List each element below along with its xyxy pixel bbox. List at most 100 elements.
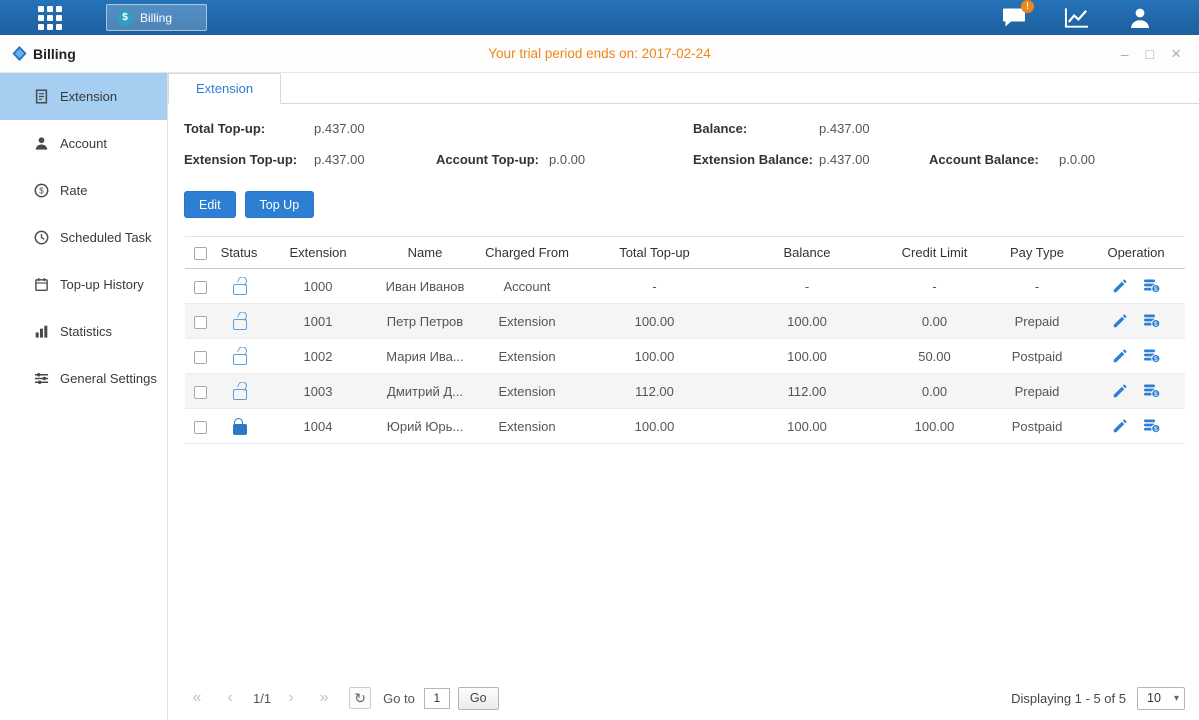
credit-limit: 0.00	[882, 314, 987, 329]
sidebar: Extension Account $ Rate Scheduled Task …	[0, 73, 168, 720]
billing-app-tab[interactable]: $ Billing	[106, 4, 207, 31]
top-up-button[interactable]: Top Up	[245, 191, 315, 218]
maximize-icon[interactable]: □	[1146, 47, 1154, 61]
column-header-extension: Extension	[263, 245, 373, 260]
account-topup-label: Account Top-up:	[436, 152, 539, 167]
balance-value: p.437.00	[819, 121, 870, 136]
window-titlebar: Billing Your trial period ends on: 2017-…	[0, 35, 1199, 73]
sidebar-item-topup-history[interactable]: Top-up History	[0, 261, 167, 308]
total-topup: 100.00	[577, 349, 732, 364]
edit-icon[interactable]	[1113, 419, 1127, 433]
topup-icon[interactable]: $	[1144, 279, 1160, 293]
sidebar-item-statistics[interactable]: Statistics	[0, 308, 167, 355]
row-checkbox[interactable]	[194, 421, 207, 434]
extension-balance-value: p.437.00	[819, 152, 870, 167]
table-header-row: Status Extension Name Charged From Total…	[185, 236, 1185, 269]
row-checkbox[interactable]	[194, 386, 207, 399]
apps-menu-icon[interactable]	[38, 6, 62, 30]
column-header-credit-limit: Credit Limit	[882, 245, 987, 260]
tab-extension[interactable]: Extension	[168, 73, 281, 104]
pagination-bar: « ‹ 1/1 › » ↻ Go to Go Displaying 1 - 5 …	[185, 685, 1185, 711]
charged-from: Extension	[477, 349, 577, 364]
select-all-checkbox[interactable]	[194, 247, 207, 260]
column-header-balance: Balance	[732, 245, 882, 260]
row-checkbox[interactable]	[194, 316, 207, 329]
page-size-select[interactable]: 10 ▾	[1137, 687, 1185, 710]
pay-type: Postpaid	[987, 349, 1087, 364]
svg-text:$: $	[1153, 286, 1157, 293]
sidebar-item-general-settings[interactable]: General Settings	[0, 355, 167, 402]
sidebar-item-label: Account	[60, 136, 107, 151]
chevron-down-icon: ▾	[1174, 693, 1179, 704]
edit-icon[interactable]	[1113, 279, 1127, 293]
displaying-status: Displaying 1 - 5 of 5	[1011, 691, 1126, 706]
charged-from: Extension	[477, 314, 577, 329]
account-balance-value: p.0.00	[1059, 152, 1095, 167]
sidebar-item-rate[interactable]: $ Rate	[0, 167, 167, 214]
topup-icon[interactable]: $	[1144, 384, 1160, 398]
edit-icon[interactable]	[1113, 384, 1127, 398]
topup-icon[interactable]: $	[1144, 349, 1160, 363]
billing-dollar-icon: $	[117, 10, 133, 26]
extension-name: Петр Петров	[373, 314, 477, 329]
go-button[interactable]: Go	[458, 687, 499, 710]
balance-label: Balance:	[693, 121, 747, 136]
extension-number: 1003	[263, 384, 373, 399]
svg-text:$: $	[1153, 391, 1157, 398]
column-header-charged-from: Charged From	[477, 245, 577, 260]
sidebar-item-label: Rate	[60, 183, 87, 198]
credit-limit: 100.00	[882, 419, 987, 434]
svg-text:$: $	[39, 186, 44, 195]
extension-icon	[33, 89, 49, 105]
edit-button[interactable]: Edit	[184, 191, 236, 218]
table-row: 1004 Юрий Юрь... Extension 100.00 100.00…	[185, 409, 1185, 444]
table-row: 1002 Мария Ива... Extension 100.00 100.0…	[185, 339, 1185, 374]
topup-history-icon	[33, 277, 49, 293]
credit-limit: 0.00	[882, 384, 987, 399]
edit-icon[interactable]	[1113, 349, 1127, 363]
next-page-icon[interactable]: ›	[279, 689, 303, 707]
minimize-icon[interactable]: –	[1121, 47, 1129, 61]
sidebar-item-scheduled-task[interactable]: Scheduled Task	[0, 214, 167, 261]
monitor-chart-icon[interactable]	[1064, 6, 1090, 30]
extension-number: 1001	[263, 314, 373, 329]
billing-app-tab-label: Billing	[140, 11, 172, 25]
first-page-icon[interactable]: «	[185, 689, 209, 707]
lock-status-icon	[233, 389, 245, 398]
extension-name: Дмитрий Д...	[373, 384, 477, 399]
table-body: 1000 Иван Иванов Account - - - - $ 1001	[185, 269, 1185, 444]
extensions-table: Status Extension Name Charged From Total…	[185, 236, 1185, 444]
tabstrip: Extension	[168, 73, 1199, 104]
lock-status-icon	[233, 284, 245, 293]
credit-limit: 50.00	[882, 349, 987, 364]
row-checkbox[interactable]	[194, 281, 207, 294]
row-checkbox[interactable]	[194, 351, 207, 364]
sidebar-item-account[interactable]: Account	[0, 120, 167, 167]
statistics-icon	[33, 324, 49, 340]
extension-name: Мария Ива...	[373, 349, 477, 364]
close-icon[interactable]: ×	[1171, 45, 1181, 62]
edit-icon[interactable]	[1113, 314, 1127, 328]
refresh-icon[interactable]: ↻	[349, 687, 371, 709]
topup-icon[interactable]: $	[1144, 314, 1160, 328]
pay-type: Postpaid	[987, 419, 1087, 434]
column-header-pay-type: Pay Type	[987, 245, 1087, 260]
topup-icon[interactable]: $	[1144, 419, 1160, 433]
column-header-operation: Operation	[1087, 245, 1185, 260]
account-icon	[33, 136, 49, 152]
balance: 100.00	[732, 349, 882, 364]
goto-page-input[interactable]	[424, 688, 450, 709]
last-page-icon[interactable]: »	[312, 689, 336, 707]
total-topup: 100.00	[577, 419, 732, 434]
column-header-name: Name	[373, 245, 477, 260]
page-size-value: 10	[1147, 691, 1161, 705]
user-account-icon[interactable]	[1127, 6, 1153, 30]
topbar-right-icons: !	[1001, 6, 1199, 30]
charged-from: Extension	[477, 419, 577, 434]
billing-logo-icon	[12, 46, 27, 61]
sidebar-item-extension[interactable]: Extension	[0, 73, 167, 120]
pay-type: Prepaid	[987, 314, 1087, 329]
balance: 100.00	[732, 419, 882, 434]
prev-page-icon[interactable]: ‹	[218, 689, 242, 707]
notifications-icon[interactable]: !	[1001, 6, 1027, 30]
